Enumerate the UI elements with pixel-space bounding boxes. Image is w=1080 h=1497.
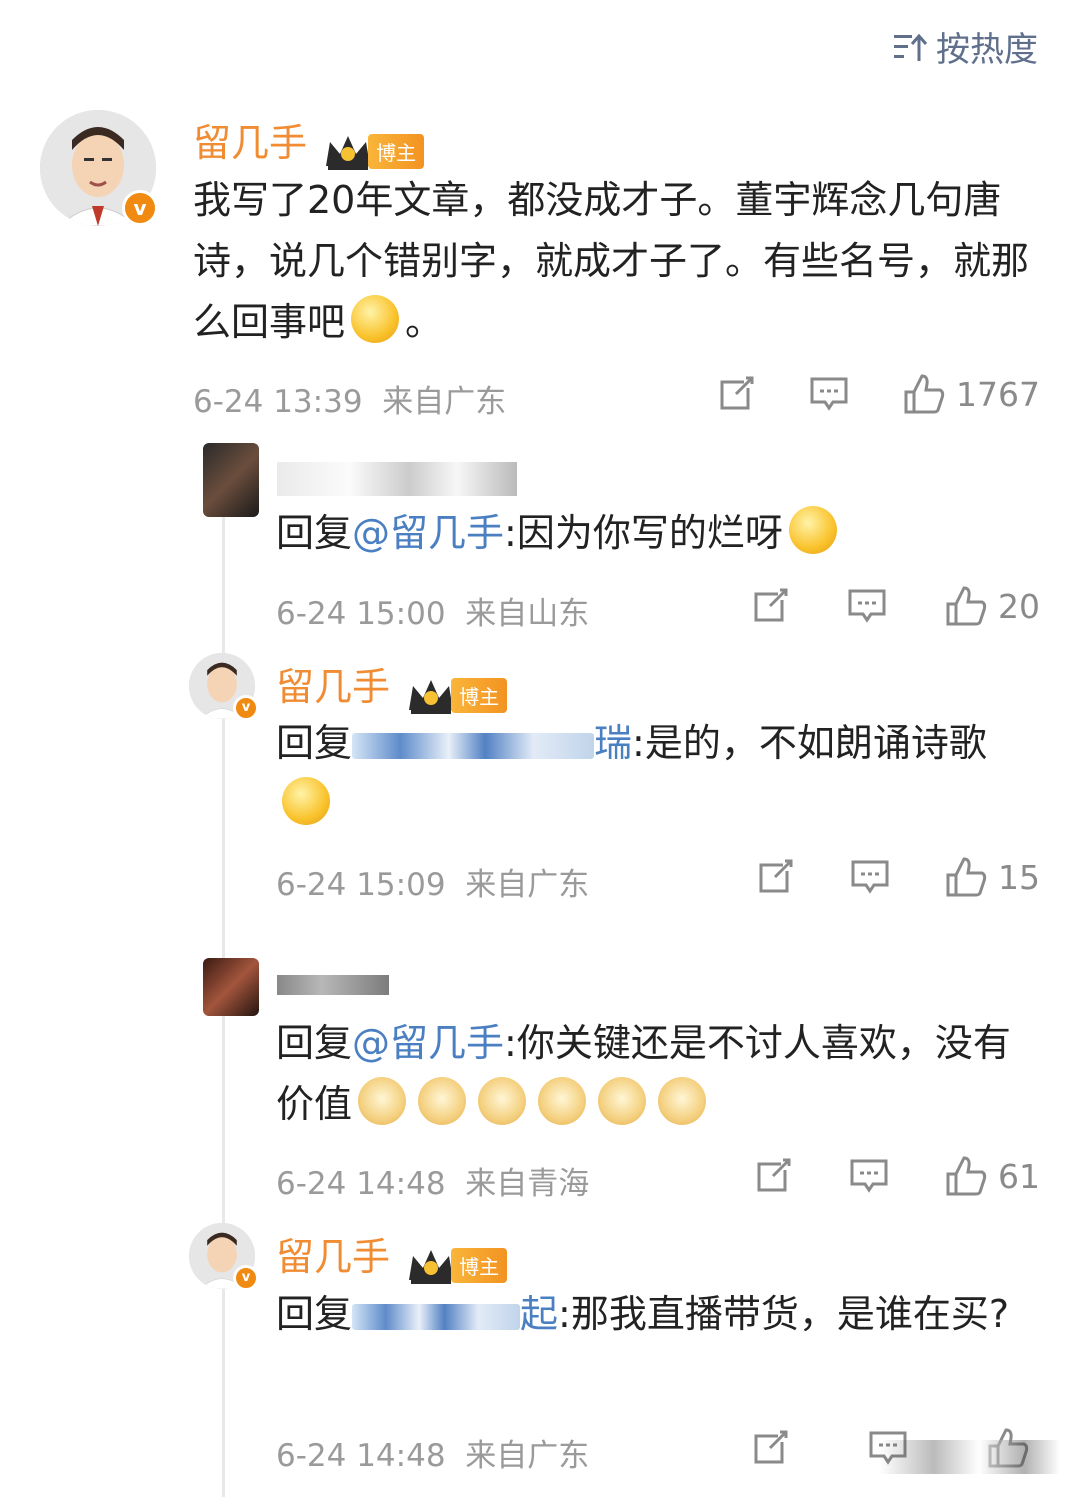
like-button[interactable]: 61 bbox=[944, 1154, 1040, 1198]
reply-avatar[interactable] bbox=[203, 443, 259, 517]
reply-text: 回复@留几手:因为你写的烂呀 bbox=[276, 503, 1036, 564]
reply-meta: 6-24 14:48 来自广东 bbox=[276, 1438, 590, 1474]
reply-actions: 15 bbox=[755, 855, 1040, 899]
doge-emoji-icon bbox=[478, 1077, 527, 1125]
doge-emoji-icon bbox=[418, 1077, 467, 1125]
comment-time: 6-24 13:39 bbox=[193, 384, 363, 420]
thumbs-up-icon bbox=[946, 586, 987, 626]
doge-emoji-icon bbox=[658, 1077, 707, 1125]
doge-emoji-icon bbox=[598, 1077, 647, 1125]
verified-badge-icon: v bbox=[233, 1265, 259, 1291]
reply-actions: 61 bbox=[753, 1154, 1040, 1198]
thumbs-up-icon bbox=[946, 857, 987, 897]
comment-text: 我写了20年文章，都没成才子。董宇辉念几句唐诗，说几个错别字，就成才子了。有些名… bbox=[193, 178, 1030, 344]
redacted-username bbox=[352, 732, 595, 759]
mention-link[interactable]: 起 bbox=[520, 1292, 558, 1336]
author-avatar[interactable]: v bbox=[40, 110, 158, 226]
like-count: 15 bbox=[998, 857, 1040, 897]
crown-icon bbox=[409, 1249, 454, 1284]
verified-badge-icon: v bbox=[122, 190, 158, 226]
thumbs-up-icon bbox=[904, 374, 945, 414]
comment-actions: 1767 bbox=[716, 372, 1040, 416]
share-icon[interactable] bbox=[755, 857, 795, 897]
like-count: 1767 bbox=[956, 374, 1040, 414]
comment-icon[interactable] bbox=[850, 857, 890, 897]
reply-meta: 6-24 15:00 来自山东 bbox=[276, 596, 590, 632]
like-count: 20 bbox=[998, 586, 1040, 626]
share-icon[interactable] bbox=[750, 586, 790, 626]
sort-label: 按热度 bbox=[936, 30, 1038, 70]
redacted-username bbox=[352, 1303, 521, 1330]
author-name[interactable]: 留几手 bbox=[276, 665, 390, 709]
crown-icon bbox=[409, 679, 454, 714]
blogger-badge: 博主 bbox=[405, 676, 508, 716]
author-name[interactable]: 留几手 bbox=[193, 121, 307, 165]
comment-icon[interactable] bbox=[809, 374, 849, 414]
comment-icon[interactable] bbox=[849, 1156, 889, 1196]
reply-meta: 6-24 14:48 来自青海 bbox=[276, 1166, 590, 1202]
comment-icon[interactable] bbox=[847, 586, 887, 626]
share-icon[interactable] bbox=[716, 374, 756, 414]
author-name[interactable]: 留几手 bbox=[276, 1235, 390, 1279]
reply-text: 回复@留几手:你关键还是不讨人喜欢，没有价值 bbox=[276, 1021, 1011, 1126]
doge-emoji-icon bbox=[538, 1077, 587, 1125]
like-button[interactable]: 1767 bbox=[902, 372, 1040, 416]
thumbs-up-icon bbox=[946, 1156, 987, 1196]
watermark bbox=[880, 1440, 1060, 1474]
reply-meta: 6-24 15:09 来自广东 bbox=[276, 867, 590, 903]
blogger-badge: 博主 bbox=[322, 132, 425, 172]
reply-avatar[interactable] bbox=[203, 958, 259, 1016]
smile-emoji-icon bbox=[282, 777, 330, 825]
smile-emoji-icon bbox=[351, 295, 400, 343]
verified-badge-icon: v bbox=[233, 695, 259, 721]
comment-location: 来自广东 bbox=[382, 384, 507, 420]
doge-emoji-icon bbox=[358, 1077, 407, 1125]
mention-link[interactable]: 瑞 bbox=[594, 721, 632, 765]
comment-meta: 6-24 13:39 来自广东 bbox=[193, 376, 506, 421]
sort-icon bbox=[894, 33, 928, 61]
author-avatar[interactable]: v bbox=[189, 653, 259, 721]
share-icon[interactable] bbox=[753, 1156, 793, 1196]
reply-actions: 20 bbox=[750, 584, 1040, 628]
like-count: 61 bbox=[998, 1156, 1040, 1196]
author-avatar[interactable]: v bbox=[189, 1223, 259, 1291]
reply-text: 回复 起:那我直播带货，是谁在买? bbox=[276, 1292, 1010, 1336]
laugh-emoji-icon bbox=[788, 506, 837, 554]
reply-author-name[interactable] bbox=[277, 975, 389, 995]
mention-link[interactable]: @留几手 bbox=[352, 1021, 504, 1065]
crown-icon bbox=[326, 135, 371, 170]
like-button[interactable]: 20 bbox=[944, 584, 1040, 628]
reply-text: 回复 瑞:是的，不如朗诵诗歌 bbox=[276, 713, 1036, 835]
sort-by-hotness-button[interactable]: 按热度 bbox=[892, 22, 1038, 71]
share-icon[interactable] bbox=[750, 1428, 790, 1468]
reply-author-name[interactable] bbox=[277, 462, 517, 496]
blogger-badge: 博主 bbox=[405, 1246, 508, 1286]
like-button[interactable]: 15 bbox=[944, 855, 1040, 899]
mention-link[interactable]: @留几手 bbox=[352, 511, 504, 555]
